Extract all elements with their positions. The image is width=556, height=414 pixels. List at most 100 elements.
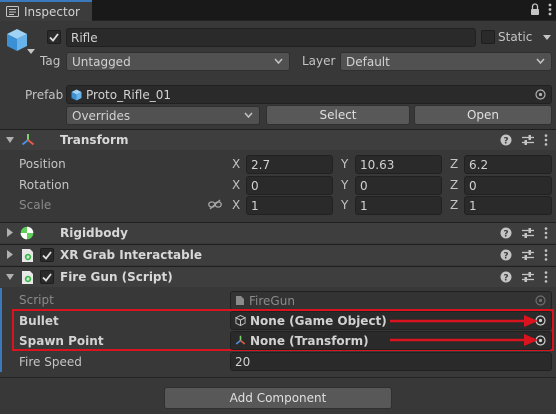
transform-body: Position X 2.7 Y 10.63 Z 6.2 Rotation X …	[0, 153, 556, 217]
bullet-label: Bullet	[19, 314, 59, 328]
inspector-tab-label: Inspector	[24, 4, 80, 19]
svg-text:#: #	[26, 277, 30, 283]
prefab-select-button[interactable]: Select	[266, 105, 410, 125]
kebab-menu-icon[interactable]	[548, 3, 552, 16]
gameobject-cube-icon[interactable]	[6, 28, 28, 52]
fire-gun-title: Fire Gun (Script)	[60, 270, 173, 284]
transform-header[interactable]: Transform ?	[0, 129, 556, 150]
static-label: Static	[498, 30, 533, 44]
script-icon: #	[21, 248, 35, 263]
presets-icon[interactable]	[522, 134, 534, 146]
transform-title: Transform	[60, 133, 129, 147]
prefab-asset-name: Proto_Rifle_01	[86, 87, 171, 102]
presets-icon[interactable]	[522, 249, 534, 261]
static-dropdown-arrow[interactable]	[543, 35, 551, 40]
rotation-z-label[interactable]: Z	[450, 178, 458, 192]
transform-icon	[21, 133, 35, 147]
kebab-menu-icon[interactable]	[544, 271, 548, 283]
rotation-x-field[interactable]: 0	[246, 176, 333, 195]
rotation-label: Rotation	[19, 178, 70, 192]
fire-gun-enabled-checkbox[interactable]	[40, 270, 54, 284]
tag-dropdown[interactable]: Untagged	[66, 52, 290, 71]
scale-z-label[interactable]: Z	[450, 198, 458, 212]
rigidbody-title: Rigidbody	[60, 226, 128, 240]
spawn-point-label: Spawn Point	[19, 334, 104, 348]
scale-x-label[interactable]: X	[232, 198, 240, 212]
rigidbody-header[interactable]: Rigidbody ?	[0, 222, 556, 243]
lock-icon[interactable]	[530, 3, 540, 16]
svg-text:?: ?	[503, 230, 508, 240]
fire-gun-header[interactable]: # Fire Gun (Script) ?	[0, 266, 556, 287]
chevron-down-icon	[536, 58, 545, 64]
overrides-dropdown[interactable]: Overrides	[66, 106, 260, 125]
inspector-tab[interactable]: Inspector	[0, 0, 92, 21]
position-x-field[interactable]: 2.7	[246, 155, 333, 174]
annotation-arrow-icon	[390, 333, 538, 347]
rigidbody-header-icons: ?	[500, 227, 548, 239]
fire-speed-field[interactable]: 20	[230, 352, 552, 371]
rotation-y-field[interactable]: 0	[355, 176, 442, 195]
xr-grab-enabled-checkbox[interactable]	[40, 248, 54, 262]
foldout-collapsed-icon[interactable]	[7, 228, 13, 237]
position-z-label[interactable]: Z	[450, 157, 458, 171]
static-checkbox[interactable]	[481, 30, 495, 44]
object-picker-icon[interactable]	[535, 89, 546, 100]
fire-speed-label: Fire Speed	[19, 355, 82, 369]
rotation-y-label[interactable]: Y	[341, 178, 348, 192]
gameobject-icon	[235, 315, 246, 326]
position-label: Position	[19, 157, 66, 171]
position-x-label[interactable]: X	[232, 157, 240, 171]
object-picker-icon	[535, 295, 546, 306]
kebab-menu-icon[interactable]	[544, 227, 548, 239]
rotation-z-field[interactable]: 0	[464, 176, 552, 195]
xr-grab-title: XR Grab Interactable	[60, 248, 202, 262]
chevron-down-icon	[274, 58, 283, 64]
spawn-point-value: None (Transform)	[250, 333, 369, 348]
rotation-x-label[interactable]: X	[232, 178, 240, 192]
link-icon[interactable]	[208, 199, 222, 210]
component-divider	[0, 377, 556, 378]
foldout-collapsed-icon[interactable]	[7, 250, 13, 259]
gameobject-name-field[interactable]: Rifle	[66, 28, 476, 47]
icon-dropdown-arrow[interactable]	[27, 49, 35, 54]
script-file-icon	[235, 295, 245, 306]
script-icon: #	[21, 270, 35, 285]
script-label: Script	[19, 293, 54, 307]
svg-text:?: ?	[503, 274, 508, 284]
position-y-label[interactable]: Y	[341, 157, 348, 171]
transform-header-icons: ?	[500, 134, 548, 146]
help-icon[interactable]: ?	[500, 227, 512, 239]
kebab-menu-icon[interactable]	[544, 249, 548, 261]
help-icon[interactable]: ?	[500, 271, 512, 283]
presets-icon[interactable]	[522, 227, 534, 239]
xr-grab-header-icons: ?	[500, 249, 548, 261]
presets-icon[interactable]	[522, 271, 534, 283]
prefab-open-button[interactable]: Open	[414, 105, 552, 125]
foldout-expanded-icon[interactable]	[6, 274, 14, 280]
add-component-button[interactable]: Add Component	[164, 387, 392, 409]
svg-text:#: #	[26, 255, 30, 261]
layer-label: Layer	[302, 54, 336, 68]
modified-indicator-bar	[0, 288, 2, 372]
position-z-field[interactable]: 6.2	[464, 155, 552, 174]
prefab-label: Prefab	[25, 88, 64, 102]
prefab-asset-field[interactable]: Proto_Rifle_01	[66, 85, 552, 104]
annotation-arrow-icon	[390, 314, 538, 328]
scale-y-label[interactable]: Y	[341, 198, 348, 212]
scale-label: Scale	[19, 198, 52, 212]
kebab-menu-icon[interactable]	[544, 134, 548, 146]
script-field: FireGun	[230, 291, 552, 310]
layer-dropdown[interactable]: Default	[340, 52, 552, 71]
chevron-down-icon	[244, 112, 253, 118]
fire-gun-header-icons: ?	[500, 271, 548, 283]
scale-z-field[interactable]: 1	[464, 196, 552, 215]
xr-grab-header[interactable]: # XR Grab Interactable ?	[0, 244, 556, 265]
active-checkbox[interactable]	[47, 30, 61, 44]
foldout-expanded-icon[interactable]	[6, 137, 14, 143]
help-icon[interactable]: ?	[500, 134, 512, 146]
scale-y-field[interactable]: 1	[355, 196, 442, 215]
scale-x-field[interactable]: 1	[246, 196, 333, 215]
position-y-field[interactable]: 10.63	[355, 155, 442, 174]
prefab-icon	[71, 89, 82, 101]
help-icon[interactable]: ?	[500, 249, 512, 261]
